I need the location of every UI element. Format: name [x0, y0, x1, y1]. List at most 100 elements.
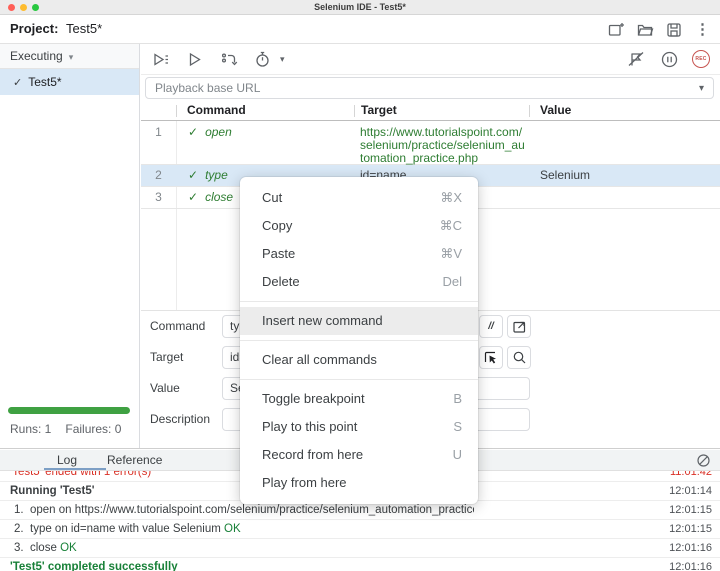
menu-shortcut: Del — [442, 268, 462, 296]
new-project-button[interactable] — [606, 20, 625, 39]
log-timestamp: 12:01:15 — [669, 520, 712, 538]
open-project-button[interactable] — [635, 20, 654, 39]
log-step-text: open on https://www.tutorialspoint.com/s… — [30, 504, 474, 516]
titlebar: Selenium IDE - Test5* — [0, 0, 720, 15]
url-chevron-down-icon[interactable]: ▾ — [699, 78, 704, 99]
log-ok-badge: OK — [224, 523, 241, 535]
menu-divider — [240, 340, 478, 341]
menu-divider — [240, 379, 478, 380]
run-all-tests-icon — [151, 50, 170, 69]
menu-label: Toggle breakpoint — [262, 391, 365, 406]
disable-breakpoints-button[interactable] — [626, 49, 646, 69]
tab-reference[interactable]: Reference — [107, 450, 162, 470]
menu-shortcut: ⌘X — [440, 184, 462, 212]
log-step-number: 1. — [14, 501, 30, 519]
column-divider — [529, 105, 530, 117]
log-step-number: 3. — [14, 539, 30, 557]
menu-shortcut: ⌘V — [440, 240, 462, 268]
log-text: 'Test5' ended with 1 error(s) — [10, 471, 151, 481]
column-header-value: Value — [540, 102, 571, 119]
more-menu-button[interactable]: ⋮ — [693, 20, 712, 39]
menu-label: Clear all commands — [262, 352, 377, 367]
run-all-tests-button[interactable] — [150, 49, 170, 69]
description-field-label: Description — [150, 408, 210, 431]
chevron-down-icon: ▾ — [69, 52, 74, 62]
project-name: Test5* — [66, 15, 102, 43]
open-window-icon — [512, 319, 527, 334]
log-step-text: type on id=name with value Selenium — [30, 523, 221, 535]
sidebar-item-test5[interactable]: ✓Test5* — [0, 69, 139, 95]
test-progress-bar — [8, 407, 130, 414]
selenium-ide-window: Selenium IDE - Test5* Project: Test5* — [0, 0, 720, 571]
record-label: REC — [695, 56, 706, 62]
failures-count: Failures: 0 — [65, 422, 121, 436]
menu-label: Insert new command — [262, 313, 383, 328]
active-tab-indicator — [44, 468, 106, 470]
menu-item-toggle-breakpoint[interactable]: Toggle breakpointB — [240, 385, 478, 413]
record-button[interactable]: REC — [692, 50, 710, 68]
log-timestamp: 12:01:14 — [669, 482, 712, 500]
passed-check-icon: ✓ — [188, 125, 198, 139]
project-bar: Project: Test5* ⋮ — [0, 15, 720, 44]
tests-dropdown-label: Executing — [10, 49, 63, 63]
select-target-button[interactable] — [479, 346, 503, 369]
select-target-icon — [483, 350, 499, 366]
menu-divider — [240, 301, 478, 302]
pause-icon — [660, 50, 679, 69]
tab-log[interactable]: Log — [57, 450, 77, 470]
row-number: 3 — [141, 190, 176, 204]
save-project-button[interactable] — [664, 20, 683, 39]
menu-label: Cut — [262, 190, 282, 205]
passed-check-icon: ✓ — [188, 190, 198, 204]
log-timestamp: 12:01:16 — [669, 539, 712, 557]
menu-label: Play to this point — [262, 419, 357, 434]
table-row-1[interactable]: 1 ✓open https://www.tutorialspoint.com/s… — [141, 121, 720, 165]
disable-breakpoints-icon — [626, 49, 646, 69]
menu-item-delete[interactable]: Delete Del — [240, 268, 478, 296]
log-timestamp: 12:01:16 — [669, 558, 712, 571]
value-field-label: Value — [150, 377, 180, 400]
menu-item-copy[interactable]: Copy⌘C — [240, 212, 478, 240]
find-target-button[interactable] — [507, 346, 531, 369]
menu-item-cut[interactable]: Cut ⌘X — [240, 184, 478, 212]
column-header-command: Command — [187, 102, 246, 119]
menu-shortcut: ⌘C — [440, 212, 462, 240]
log-text: 3.close OK — [14, 539, 77, 557]
value-cell: Selenium — [540, 168, 590, 182]
menu-shortcut: S — [453, 413, 462, 441]
test-speed-button[interactable] — [252, 49, 272, 69]
column-header-target: Target — [361, 102, 397, 119]
step-over-button[interactable] — [218, 49, 238, 69]
menu-item-insert-new-command[interactable]: Insert new command — [240, 307, 478, 335]
kebab-icon: ⋮ — [695, 20, 710, 39]
clear-log-button[interactable] — [696, 453, 711, 468]
speed-chevron-down-icon[interactable]: ▾ — [280, 54, 285, 65]
log-entry-close: 3.close OK 12:01:16 — [0, 539, 720, 558]
menu-label: Delete — [262, 274, 300, 289]
menu-item-play-from-here[interactable]: Play from here — [240, 469, 478, 497]
playback-url-placeholder: Playback base URL — [155, 78, 260, 99]
menu-item-clear-all-commands[interactable]: Clear all commands — [240, 346, 478, 374]
save-icon — [665, 21, 683, 39]
context-menu: Cut ⌘X Copy⌘C Paste ⌘V Delete Del Insert ne… — [240, 177, 478, 504]
menu-label: Paste — [262, 246, 295, 261]
row-number: 2 — [141, 168, 176, 182]
menu-item-record-from-here[interactable]: Record from hereU — [240, 441, 478, 469]
log-text: 'Test5' completed successfully — [10, 558, 178, 571]
sidebar: Executing ▾ ✓Test5* Runs: 1Failures: 0 — [0, 44, 140, 448]
passed-check-icon: ✓ — [188, 168, 198, 182]
menu-item-play-to-this-point[interactable]: Play to this point S — [240, 413, 478, 441]
search-icon — [512, 350, 527, 365]
comment-toggle-button[interactable]: // — [479, 315, 503, 338]
open-reference-button[interactable] — [507, 315, 531, 338]
log-step-text: close — [30, 542, 57, 554]
pause-on-exceptions-button[interactable] — [659, 49, 679, 69]
window-title: Selenium IDE - Test5* — [0, 0, 720, 15]
run-stats: Runs: 1Failures: 0 — [10, 422, 135, 436]
test-name: Test5* — [28, 75, 61, 89]
tests-dropdown[interactable]: Executing ▾ — [0, 44, 139, 69]
playback-url-input[interactable]: Playback base URL ▾ — [145, 77, 714, 99]
menu-item-paste[interactable]: Paste ⌘V — [240, 240, 478, 268]
run-current-test-button[interactable] — [184, 49, 204, 69]
project-label: Project: — [10, 15, 58, 43]
